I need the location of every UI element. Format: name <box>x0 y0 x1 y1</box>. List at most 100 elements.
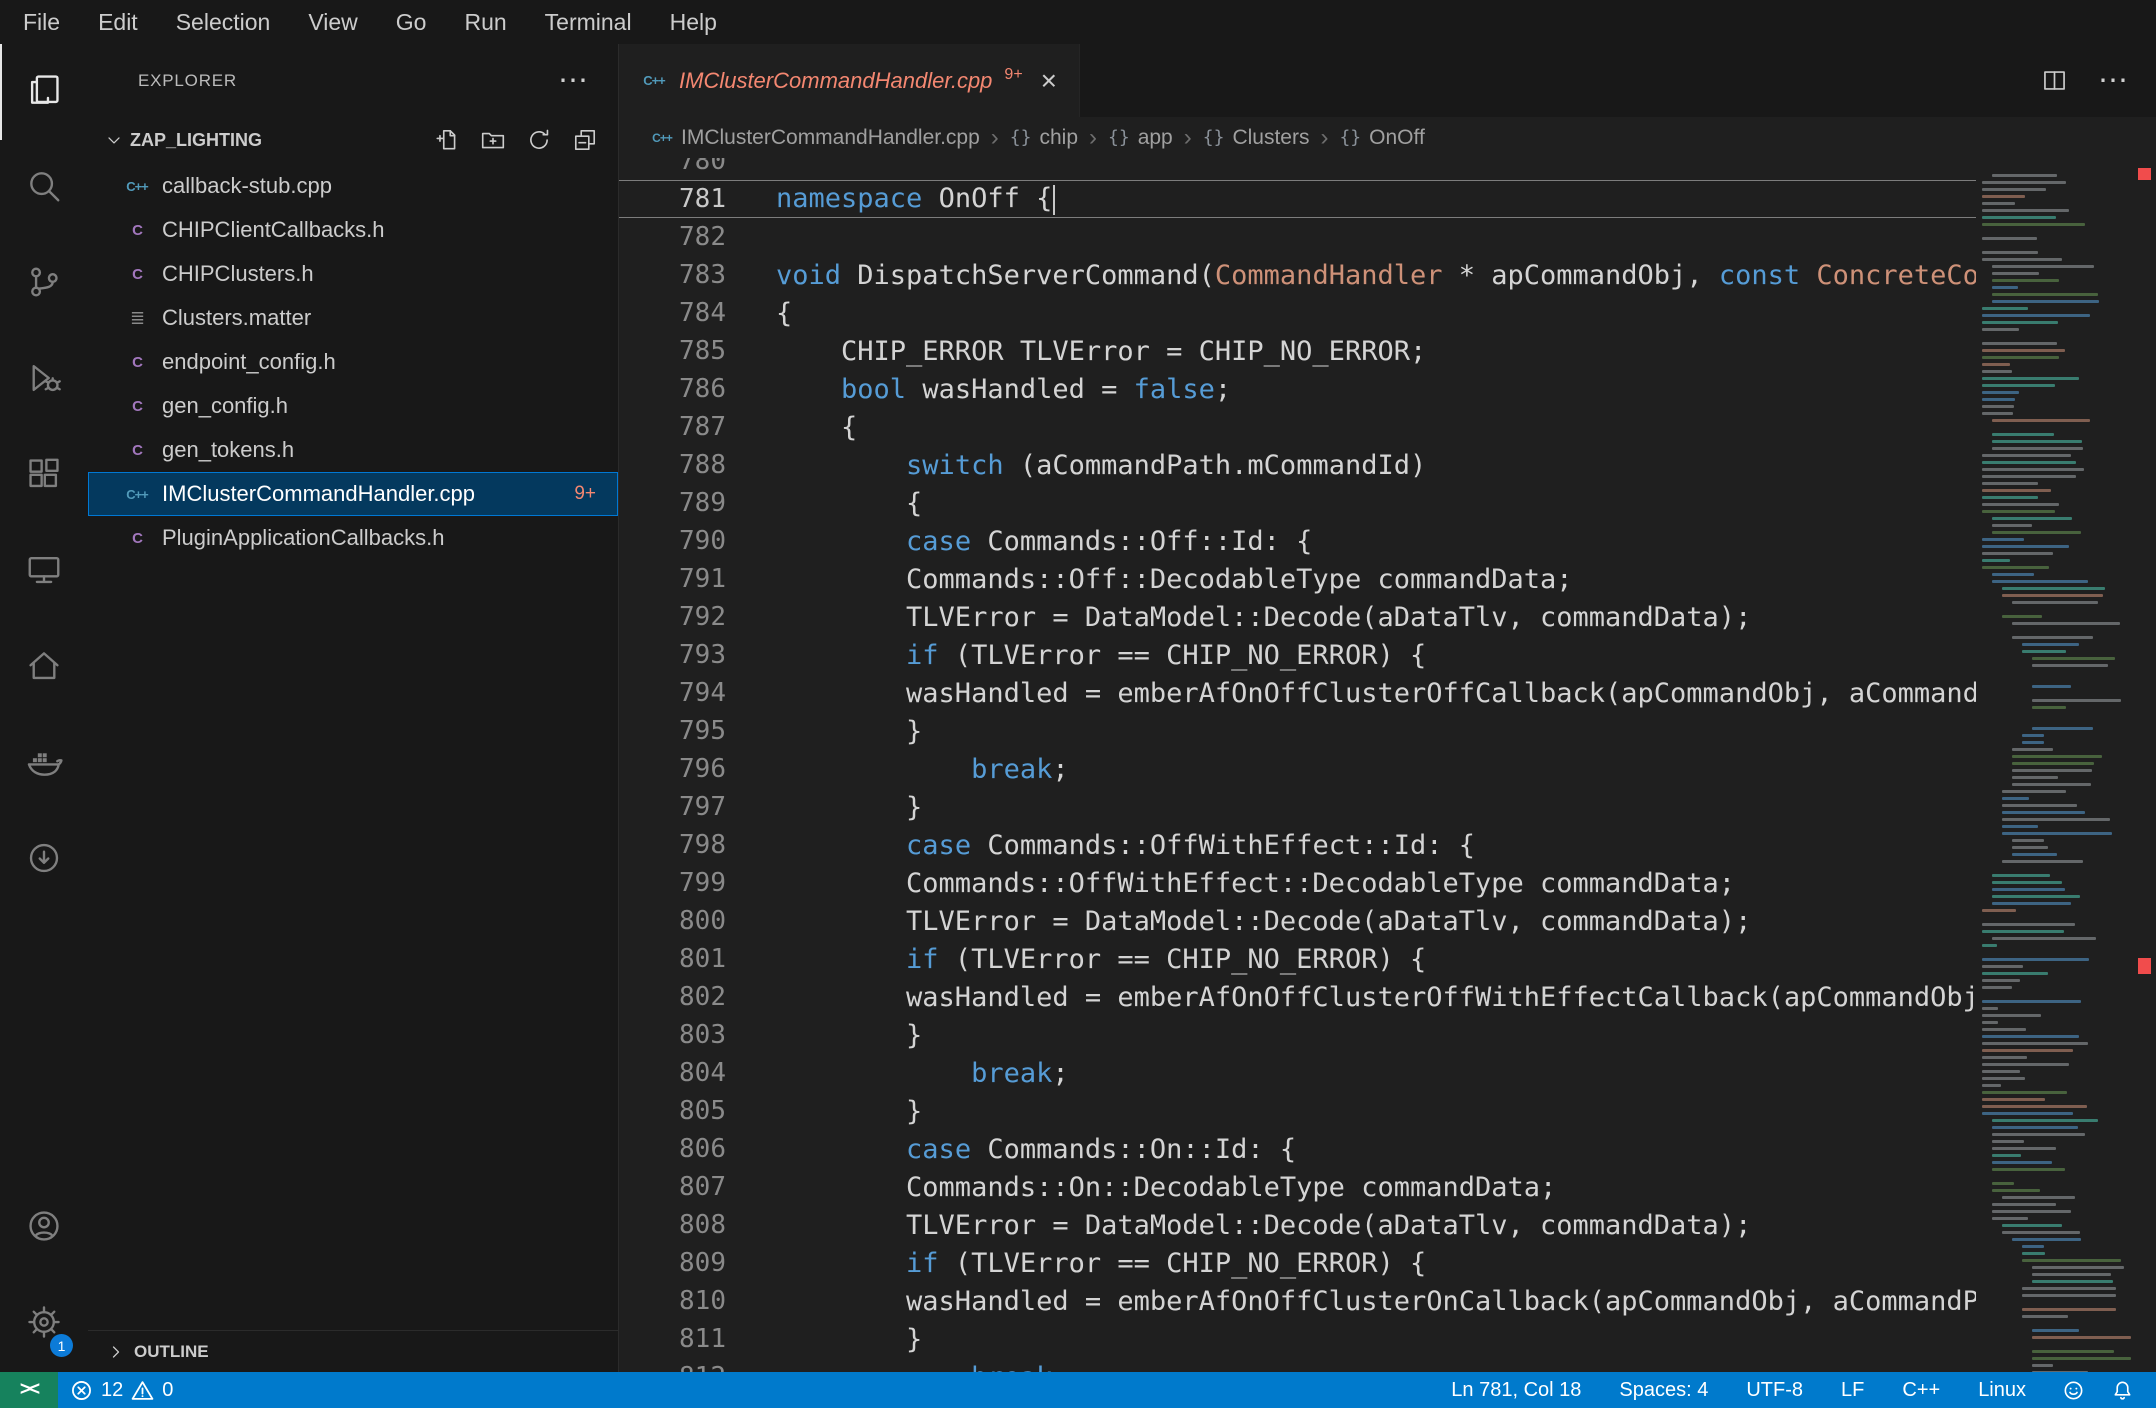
activity-remote-explorer[interactable] <box>0 524 88 620</box>
code-line[interactable]: 782 <box>619 218 1976 256</box>
menu-go[interactable]: Go <box>377 0 446 44</box>
file-name: gen_tokens.h <box>162 437 295 462</box>
line-text: case Commands::On::Id: { <box>906 1133 1297 1165</box>
code-line[interactable]: 786 bool wasHandled = false; <box>619 370 1976 408</box>
menu-file[interactable]: File <box>4 0 79 44</box>
file-item[interactable]: C++ IMClusterCommandHandler.cpp 9+ <box>88 472 618 516</box>
code-line[interactable]: 811 } <box>619 1320 1976 1358</box>
activity-dependencies[interactable] <box>0 812 88 908</box>
activity-source-control[interactable] <box>0 236 88 332</box>
code-line[interactable]: 794 wasHandled = emberAfOnOffClusterOffC… <box>619 674 1976 712</box>
code-line[interactable]: 792 TLVError = DataModel::Decode(aDataTl… <box>619 598 1976 636</box>
file-item[interactable]: C++ callback-stub.cpp <box>88 164 618 208</box>
status-utf-8[interactable]: UTF-8 <box>1746 1379 1803 1402</box>
minimap[interactable] <box>1976 158 2131 1372</box>
file-item[interactable]: Cgen_config.h <box>88 384 618 428</box>
activity-explorer[interactable] <box>0 44 88 140</box>
code-line[interactable]: 784 { <box>619 294 1976 332</box>
feedback-smiley-icon[interactable] <box>2062 1379 2085 1402</box>
status-spaces-4[interactable]: Spaces: 4 <box>1619 1379 1708 1402</box>
breadcrumb-item[interactable]: {} app <box>1108 126 1173 150</box>
code-line[interactable]: 785 CHIP_ERROR TLVError = CHIP_NO_ERROR; <box>619 332 1976 370</box>
tab-imclustercommandhandler[interactable]: C++ IMClusterCommandHandler.cpp 9+ × <box>619 44 1081 117</box>
code-editor[interactable]: 780 781 namespace OnOff {782 783 void Dispat… <box>619 158 2156 1372</box>
code-line[interactable]: 797 } <box>619 788 1976 826</box>
more-actions-icon[interactable]: ⋯ <box>558 66 588 96</box>
folder-section-header[interactable]: ZAP_LIGHTING <box>88 118 618 162</box>
refresh-icon[interactable] <box>526 127 552 153</box>
menu-selection[interactable]: Selection <box>157 0 290 44</box>
menu-help[interactable]: Help <box>651 0 736 44</box>
activity-docker[interactable] <box>0 716 88 812</box>
activity-home[interactable] <box>0 620 88 716</box>
breadcrumb-item[interactable]: {} OnOff <box>1339 126 1424 150</box>
file-item[interactable]: C CHIPClientCallbacks.h <box>88 208 618 252</box>
activity-run-debug[interactable] <box>0 332 88 428</box>
breadcrumb-item[interactable]: {} Clusters <box>1203 126 1310 150</box>
remote-indicator[interactable]: >< <box>0 1372 58 1408</box>
menu-bar: File Edit Selection View Go Run Terminal Help <box>0 0 2156 44</box>
code-line[interactable]: 801 if (TLVError == CHIP_NO_ERROR) { <box>619 940 1976 978</box>
file-item[interactable]: Cgen_tokens.h <box>88 428 618 472</box>
activity-settings[interactable]: 1 <box>0 1276 88 1372</box>
line-number: 796 <box>679 754 726 784</box>
code-line[interactable]: 800 TLVError = DataModel::Decode(aDataTl… <box>619 902 1976 940</box>
problems-status[interactable]: 12 0 <box>58 1379 185 1402</box>
activity-accounts[interactable] <box>0 1180 88 1276</box>
code-line[interactable]: 807 Commands::On::DecodableType commandD… <box>619 1168 1976 1206</box>
file-item[interactable]: ≣ Clusters.matter <box>88 296 618 340</box>
file-item[interactable]: Cendpoint_config.h <box>88 340 618 384</box>
code-line[interactable]: 804 break; <box>619 1054 1976 1092</box>
code-line[interactable]: 810 wasHandled = emberAfOnOffClusterOnCa… <box>619 1282 1976 1320</box>
code-line[interactable]: 805 } <box>619 1092 1976 1130</box>
menu-terminal[interactable]: Terminal <box>526 0 651 44</box>
code-line[interactable]: 783 void DispatchServerCommand(CommandHan… <box>619 256 1976 294</box>
file-item[interactable]: C PluginApplicationCallbacks.h <box>88 516 618 560</box>
code-line[interactable]: 780 <box>619 158 1976 180</box>
activity-search[interactable] <box>0 140 88 236</box>
code-line[interactable]: 809 if (TLVError == CHIP_NO_ERROR) { <box>619 1244 1976 1282</box>
code-line[interactable]: 793 if (TLVError == CHIP_NO_ERROR) { <box>619 636 1976 674</box>
code-line[interactable]: 781 namespace OnOff { <box>619 180 1976 218</box>
code-line[interactable]: 789 { <box>619 484 1976 522</box>
code-line[interactable]: 798 case Commands::OffWithEffect::Id: { <box>619 826 1976 864</box>
menu-run[interactable]: Run <box>445 0 525 44</box>
status-c[interactable]: C++ <box>1902 1379 1940 1402</box>
file-name: PluginApplicationCallbacks.h <box>162 525 445 550</box>
code-line[interactable]: 787 { <box>619 408 1976 446</box>
cpp-file-icon: C++ <box>126 486 149 502</box>
new-file-icon[interactable] <box>434 127 460 153</box>
code-line[interactable]: 791 Commands::Off::DecodableType command… <box>619 560 1976 598</box>
more-actions-icon[interactable]: ⋯ <box>2098 65 2128 96</box>
status-ln-781-col-18[interactable]: Ln 781, Col 18 <box>1451 1379 1581 1402</box>
file-name: gen_config.h <box>162 393 288 418</box>
line-number: 803 <box>679 1020 726 1050</box>
bell-icon[interactable] <box>2111 1379 2134 1402</box>
new-folder-icon[interactable] <box>480 127 506 153</box>
line-text: if (TLVError == CHIP_NO_ERROR) { <box>906 943 1427 975</box>
status-linux[interactable]: Linux <box>1978 1379 2026 1402</box>
code-line[interactable]: 812 break; <box>619 1358 1976 1373</box>
code-line[interactable]: 790 case Commands::Off::Id: { <box>619 522 1976 560</box>
menu-view[interactable]: View <box>289 0 376 44</box>
code-line[interactable]: 788 switch (aCommandPath.mCommandId) <box>619 446 1976 484</box>
close-icon[interactable]: × <box>1041 66 1057 95</box>
breadcrumb-item[interactable]: C++ IMClusterCommandHandler.cpp <box>651 125 980 151</box>
split-editor-icon[interactable] <box>2041 67 2068 94</box>
code-line[interactable]: 803 } <box>619 1016 1976 1054</box>
code-line[interactable]: 808 TLVError = DataModel::Decode(aDataTl… <box>619 1206 1976 1244</box>
code-line[interactable]: 796 break; <box>619 750 1976 788</box>
file-list: C++ callback-stub.cpp C CHIPClientCallbacks… <box>88 162 618 1372</box>
code-line[interactable]: 802 wasHandled = emberAfOnOffClusterOffW… <box>619 978 1976 1016</box>
code-line[interactable]: 795 } <box>619 712 1976 750</box>
menu-edit[interactable]: Edit <box>79 0 157 44</box>
status-lf[interactable]: LF <box>1841 1379 1864 1402</box>
file-item[interactable]: C CHIPClusters.h <box>88 252 618 296</box>
line-text: void DispatchServerCommand(CommandHandle… <box>776 259 1976 291</box>
collapse-all-icon[interactable] <box>572 127 598 153</box>
outline-section[interactable]: OUTLINE <box>88 1330 618 1372</box>
code-line[interactable]: 806 case Commands::On::Id: { <box>619 1130 1976 1168</box>
activity-extensions[interactable] <box>0 428 88 524</box>
code-line[interactable]: 799 Commands::OffWithEffect::DecodableTy… <box>619 864 1976 902</box>
breadcrumb-item[interactable]: {} chip <box>1010 126 1078 150</box>
